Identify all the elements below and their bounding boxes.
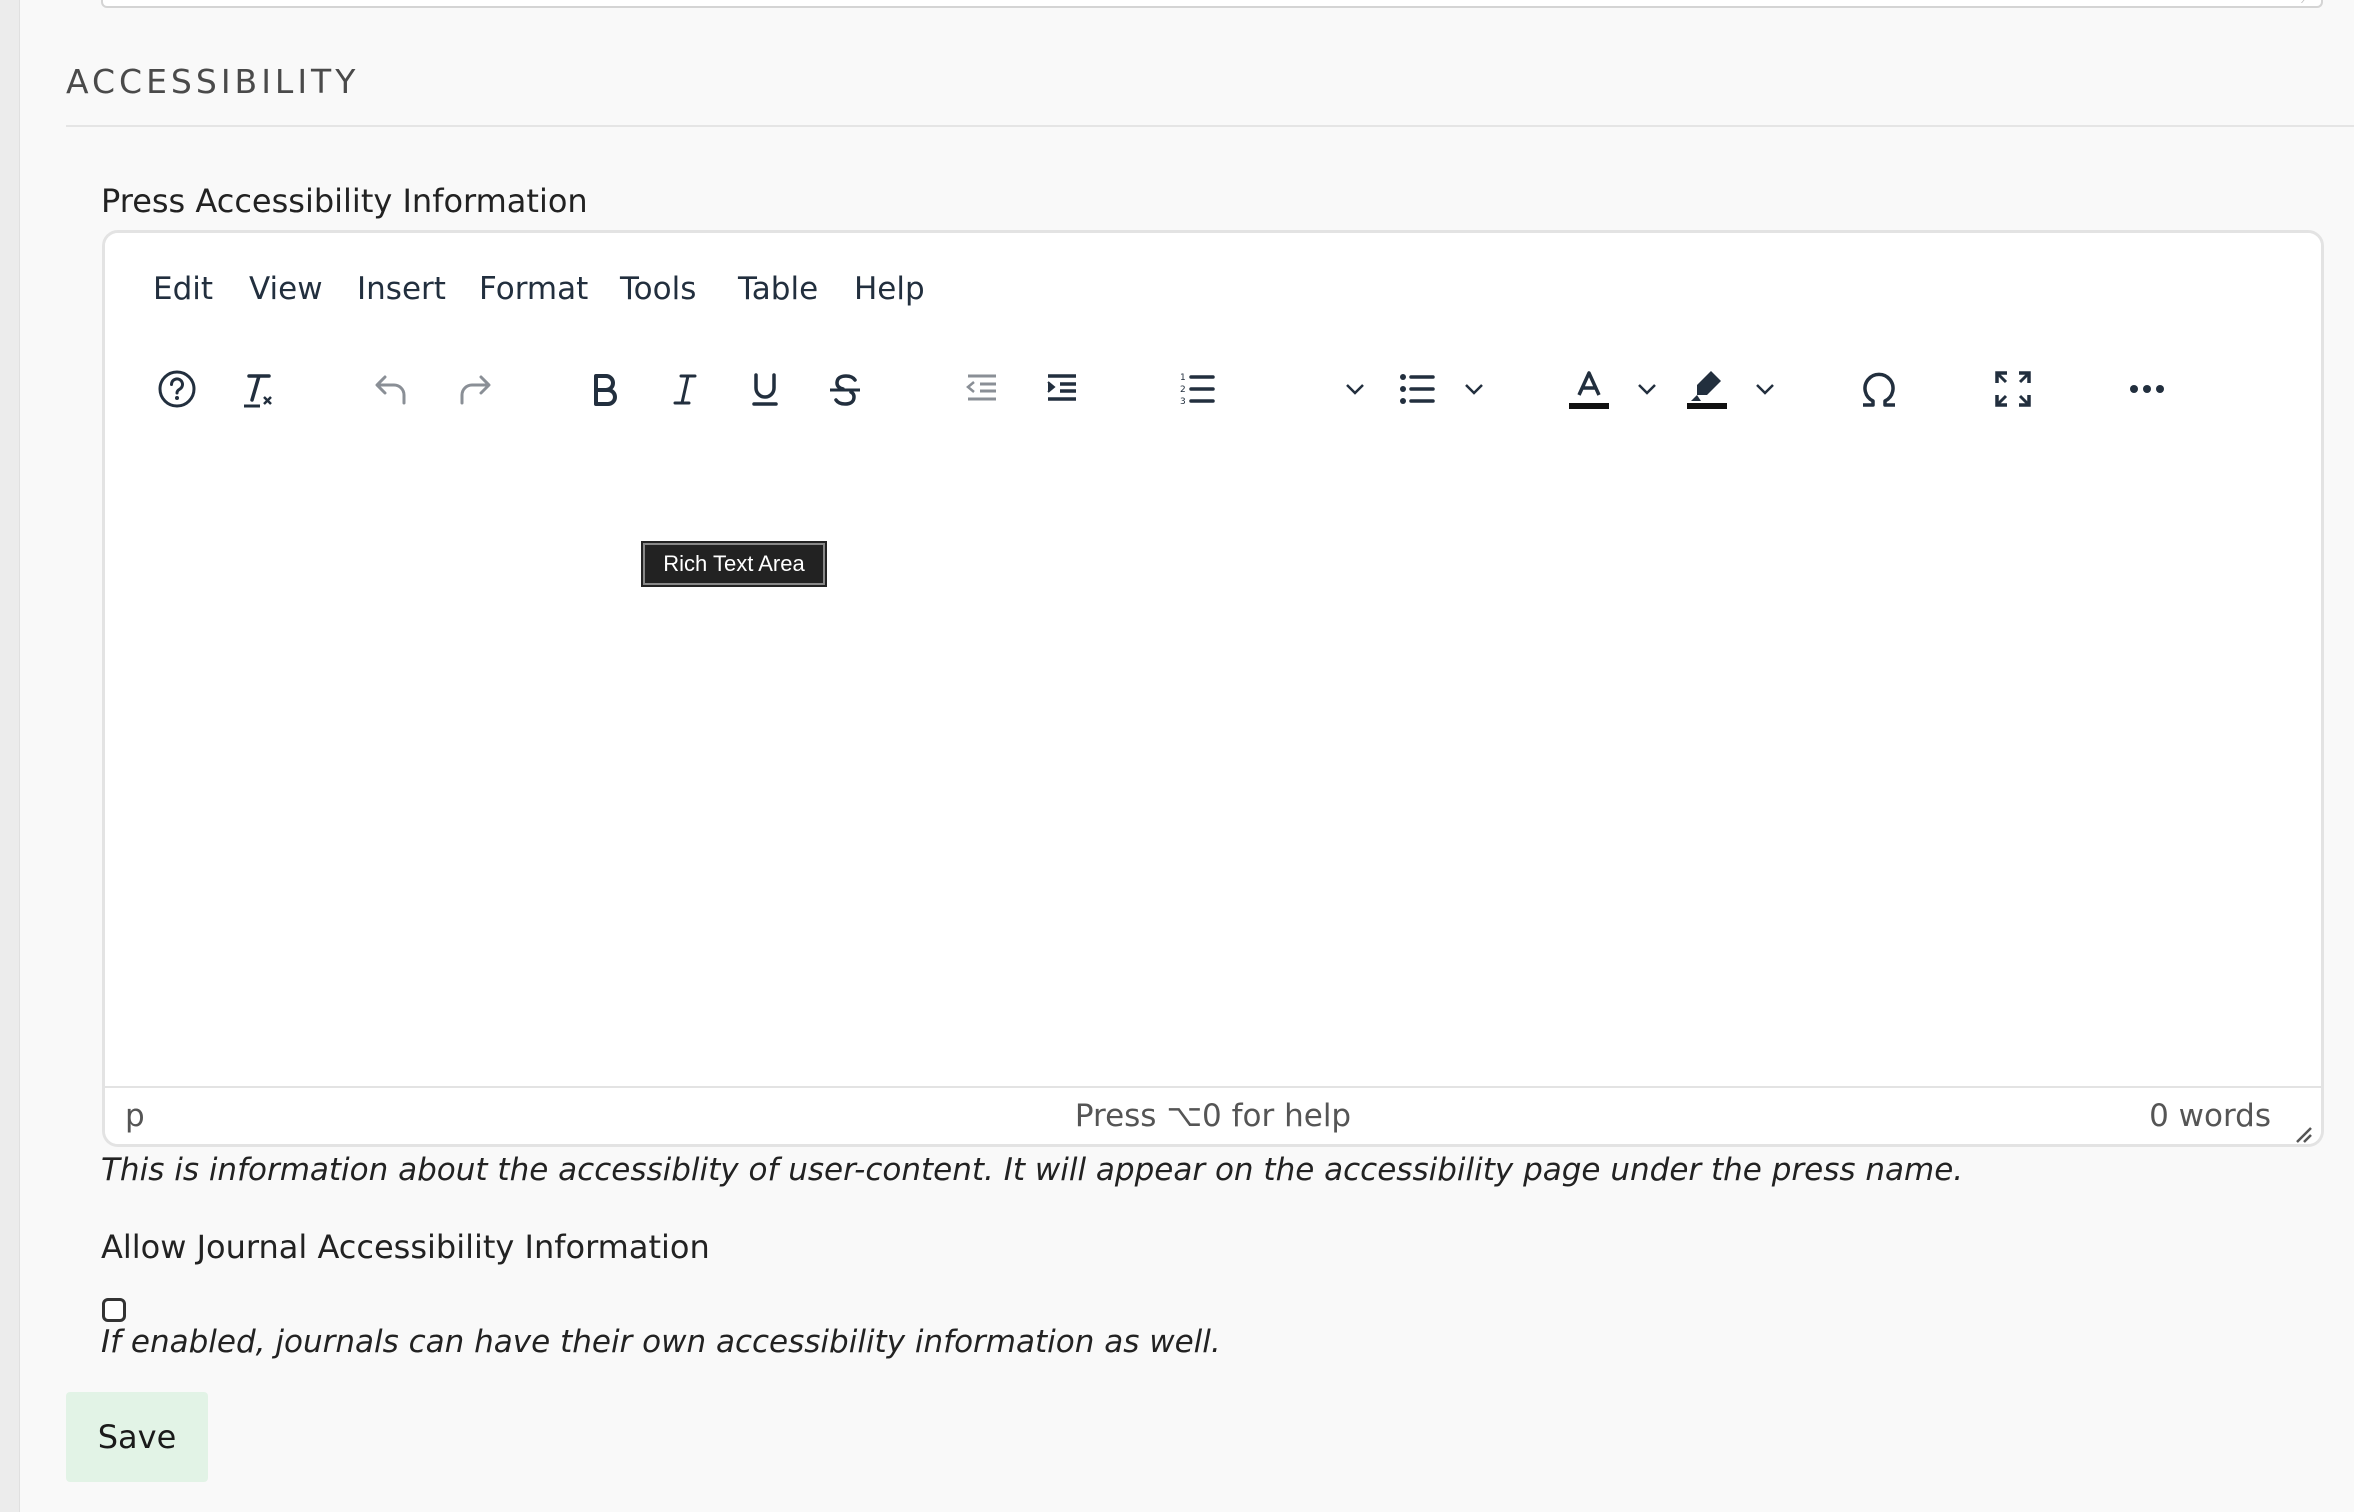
- editor-statusbar: Press ⌥0 for help p 0 words: [105, 1086, 2321, 1144]
- italic-icon[interactable]: [657, 361, 713, 417]
- menu-view[interactable]: View: [249, 271, 323, 307]
- clear-formatting-icon[interactable]: [229, 361, 285, 417]
- svg-text:2: 2: [1180, 385, 1186, 395]
- word-count[interactable]: 0 words: [2149, 1098, 2271, 1134]
- fullscreen-icon[interactable]: [1985, 361, 2041, 417]
- keyboard-help-hint: Press ⌥0 for help: [1074, 1098, 1352, 1134]
- rich-text-editor: Edit View Insert Format Tools Table Help: [102, 230, 2324, 1147]
- strikethrough-icon[interactable]: [817, 361, 873, 417]
- menu-tools[interactable]: Tools: [620, 271, 696, 307]
- svg-text:1: 1: [1180, 373, 1186, 383]
- highlight-color-icon[interactable]: [1679, 361, 1735, 417]
- more-icon[interactable]: [2119, 361, 2175, 417]
- editor-menubar: Edit View Insert Format Tools Table Help: [105, 233, 2321, 343]
- editor-toolbar: 1 2 3: [105, 343, 2321, 443]
- section-divider: [66, 125, 2354, 127]
- allow-journal-accessibility-checkbox[interactable]: [102, 1298, 126, 1322]
- undo-icon[interactable]: [363, 361, 419, 417]
- bullet-list-dropdown-chevron-icon[interactable]: [1460, 361, 1488, 417]
- section-title: ACCESSIBILITY: [66, 62, 360, 101]
- numbered-list-icon[interactable]: 1 2 3: [1169, 361, 1225, 417]
- press-accessibility-help: This is information about the accessibli…: [101, 1152, 1964, 1188]
- journal-accessibility-label: Allow Journal Accessibility Information: [101, 1228, 710, 1266]
- element-path[interactable]: p: [125, 1098, 145, 1134]
- previous-textarea[interactable]: ⟋: [101, 0, 2323, 8]
- resize-grip-icon[interactable]: ⟋: [2301, 0, 2315, 6]
- save-button[interactable]: Save: [66, 1392, 208, 1482]
- rich-text-area-tooltip: Rich Text Area: [643, 543, 825, 585]
- bold-icon[interactable]: [577, 361, 633, 417]
- numbered-list-dropdown-chevron-icon[interactable]: [1341, 361, 1369, 417]
- resize-handle-icon[interactable]: [2291, 1116, 2313, 1143]
- press-accessibility-label: Press Accessibility Information: [101, 182, 588, 220]
- menu-insert[interactable]: Insert: [357, 271, 446, 307]
- bullet-list-icon[interactable]: [1389, 361, 1445, 417]
- underline-icon[interactable]: [737, 361, 793, 417]
- menu-table[interactable]: Table: [738, 271, 818, 307]
- journal-accessibility-help: If enabled, journals can have their own …: [101, 1324, 1221, 1360]
- menu-format[interactable]: Format: [479, 271, 588, 307]
- menu-edit[interactable]: Edit: [153, 271, 213, 307]
- special-character-icon[interactable]: [1851, 361, 1907, 417]
- redo-icon[interactable]: [447, 361, 503, 417]
- rich-text-content-area[interactable]: [105, 443, 2321, 1093]
- menu-help[interactable]: Help: [854, 271, 925, 307]
- text-color-dropdown-chevron-icon[interactable]: [1633, 361, 1661, 417]
- left-sidebar-edge: [0, 0, 20, 1512]
- help-icon[interactable]: [149, 361, 205, 417]
- indent-icon[interactable]: [1034, 361, 1090, 417]
- svg-text:3: 3: [1180, 397, 1186, 407]
- text-color-icon[interactable]: [1561, 361, 1617, 417]
- outdent-icon[interactable]: [954, 361, 1010, 417]
- highlight-color-dropdown-chevron-icon[interactable]: [1751, 361, 1779, 417]
